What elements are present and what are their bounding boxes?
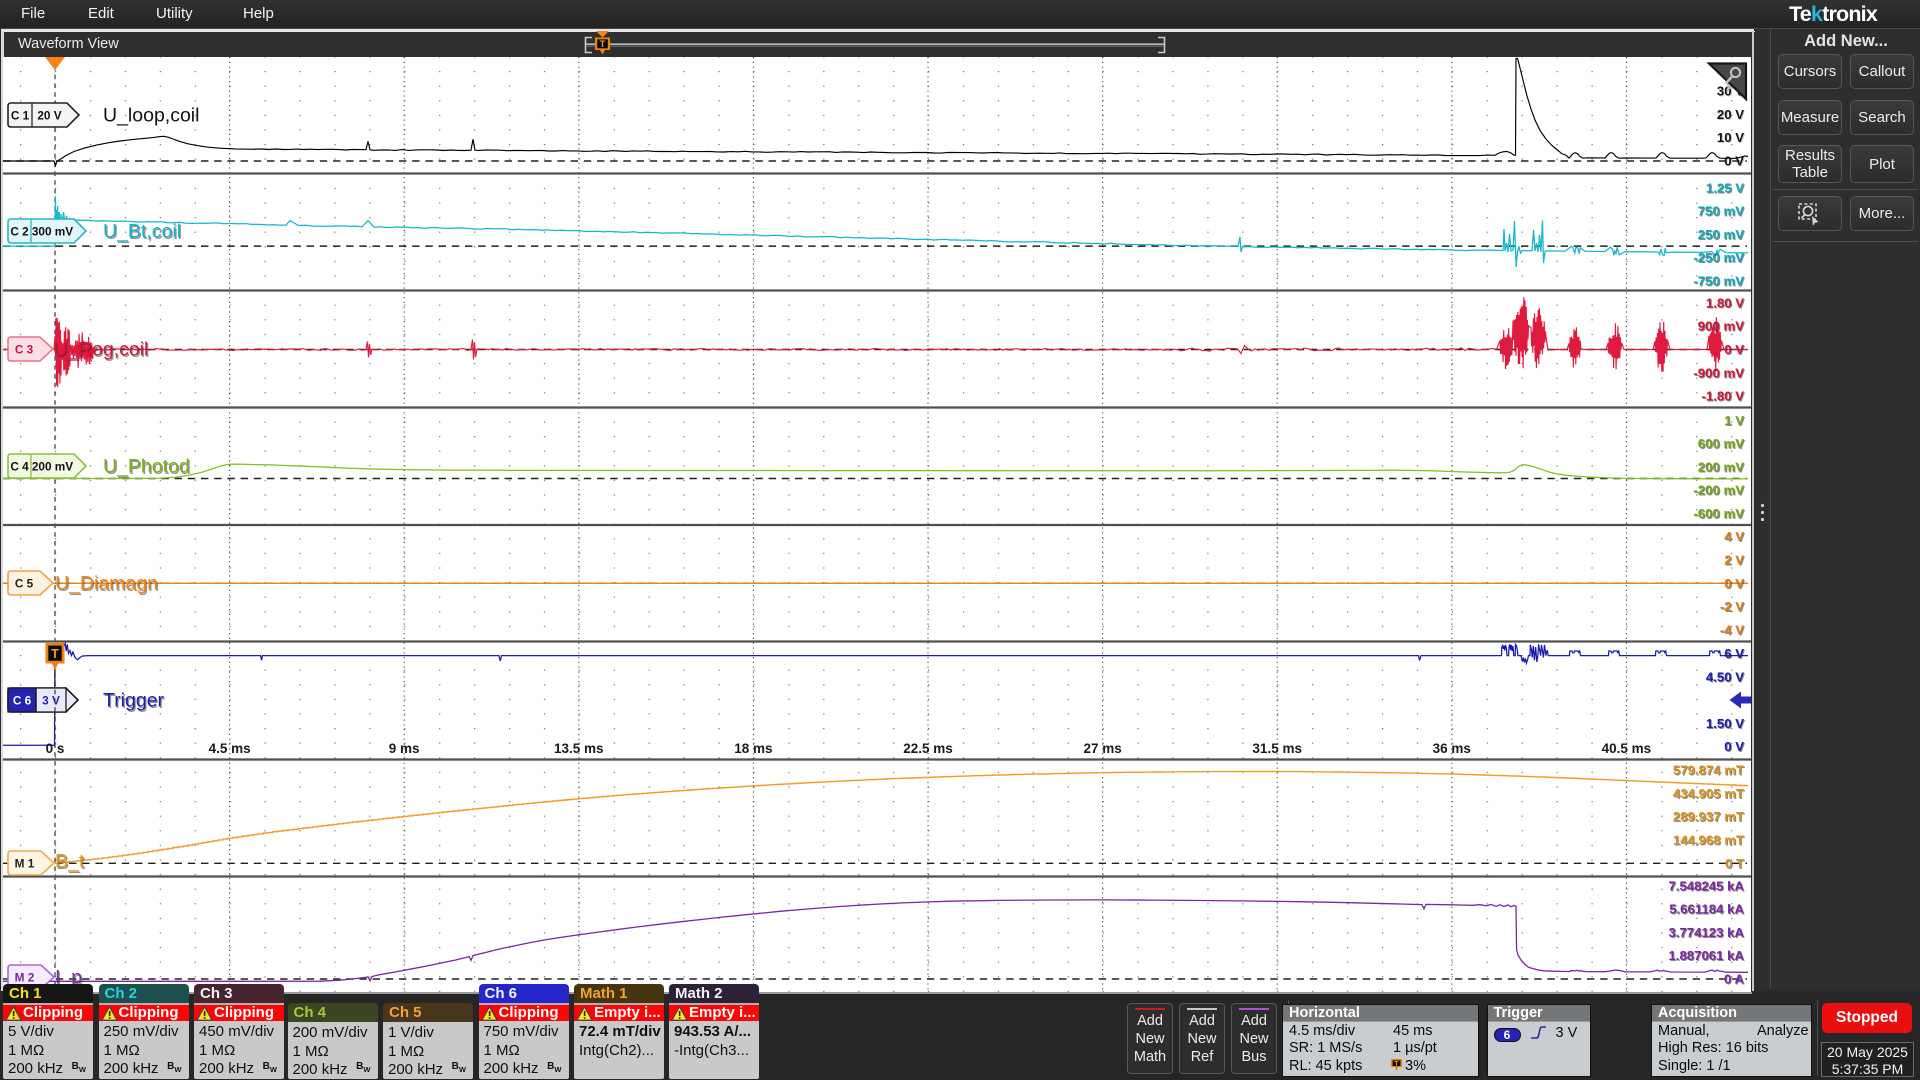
svg-text:T: T xyxy=(600,39,606,49)
svg-text:0 T: 0 T xyxy=(1725,856,1744,871)
svg-text:300 mV: 300 mV xyxy=(32,224,73,238)
svg-text:C 4: C 4 xyxy=(10,459,29,473)
svg-text:C 2: C 2 xyxy=(10,224,29,238)
svg-text:4.5 ms: 4.5 ms xyxy=(209,741,251,756)
svg-text:6 V: 6 V xyxy=(1724,646,1744,661)
svg-text:1 V: 1 V xyxy=(1724,413,1744,428)
svg-text:M 1: M 1 xyxy=(15,856,35,870)
svg-text:5.661184 kA: 5.661184 kA xyxy=(1669,902,1744,917)
svg-text:22.5 ms: 22.5 ms xyxy=(903,741,953,756)
svg-text:1.80 V: 1.80 V xyxy=(1706,295,1744,310)
svg-text:20 V: 20 V xyxy=(1717,107,1744,122)
svg-text:-1.80 V: -1.80 V xyxy=(1701,389,1744,404)
svg-text:250 mV: 250 mV xyxy=(1698,227,1744,242)
svg-text:-4 V: -4 V xyxy=(1720,622,1744,637)
svg-text:750 mV: 750 mV xyxy=(1698,204,1744,219)
svg-text:27 ms: 27 ms xyxy=(1083,741,1121,756)
svg-text:C 3: C 3 xyxy=(15,342,34,356)
svg-text:-2 V: -2 V xyxy=(1720,599,1744,614)
svg-text:C 6: C 6 xyxy=(13,693,32,707)
svg-text:C 1: C 1 xyxy=(11,108,30,122)
svg-text:600 mV: 600 mV xyxy=(1698,436,1744,451)
svg-text:B_t: B_t xyxy=(55,851,85,873)
svg-text:0 V: 0 V xyxy=(1724,739,1744,754)
svg-text:1.887061 kA: 1.887061 kA xyxy=(1668,948,1744,963)
svg-text:0 V: 0 V xyxy=(1724,576,1744,591)
svg-text:10 V: 10 V xyxy=(1717,130,1744,145)
svg-text:T: T xyxy=(1395,1060,1399,1067)
svg-text:M 2: M 2 xyxy=(15,970,35,984)
svg-text:U_Rog,coil: U_Rog,coil xyxy=(53,339,148,361)
svg-text:289.937 mT: 289.937 mT xyxy=(1673,809,1744,824)
svg-text:900 mV: 900 mV xyxy=(1698,319,1744,334)
svg-text:31.5 ms: 31.5 ms xyxy=(1252,741,1302,756)
svg-text:-200 mV: -200 mV xyxy=(1693,483,1744,498)
svg-text:36 ms: 36 ms xyxy=(1433,741,1471,756)
svg-text:U_Photod: U_Photod xyxy=(103,456,190,478)
svg-text:18 ms: 18 ms xyxy=(734,741,772,756)
svg-text:9 ms: 9 ms xyxy=(389,741,420,756)
svg-text:4.50 V: 4.50 V xyxy=(1706,669,1744,684)
svg-text:3 V: 3 V xyxy=(42,693,60,707)
svg-text:U_Diamagn: U_Diamagn xyxy=(55,573,158,595)
svg-text:579.874 mT: 579.874 mT xyxy=(1673,763,1744,778)
svg-text:40.5 ms: 40.5 ms xyxy=(1602,741,1652,756)
svg-text:144.968 mT: 144.968 mT xyxy=(1673,833,1744,848)
svg-text:434.905 mT: 434.905 mT xyxy=(1673,786,1744,801)
svg-text:-250 mV: -250 mV xyxy=(1693,250,1744,265)
svg-text:0 V: 0 V xyxy=(1724,154,1744,169)
svg-text:-600 mV: -600 mV xyxy=(1693,506,1744,521)
svg-text:200 mV: 200 mV xyxy=(32,459,73,473)
svg-text:1.50 V: 1.50 V xyxy=(1706,716,1744,731)
svg-text:0 A: 0 A xyxy=(1724,972,1745,987)
svg-text:U_Bt,coil: U_Bt,coil xyxy=(103,221,181,243)
svg-text:1.25 V: 1.25 V xyxy=(1706,180,1744,195)
svg-text:2 V: 2 V xyxy=(1724,553,1744,568)
svg-text:U_loop,coil: U_loop,coil xyxy=(103,105,199,127)
svg-text:200 mV: 200 mV xyxy=(1698,459,1744,474)
svg-text:T: T xyxy=(51,647,59,661)
svg-text:20 V: 20 V xyxy=(37,108,61,122)
svg-text:0 V: 0 V xyxy=(1724,342,1744,357)
svg-text:-750 mV: -750 mV xyxy=(1693,274,1744,289)
svg-text:4 V: 4 V xyxy=(1724,529,1744,544)
svg-text:7.548245 kA: 7.548245 kA xyxy=(1668,878,1744,893)
svg-text:-900 mV: -900 mV xyxy=(1693,365,1744,380)
svg-text:13.5 ms: 13.5 ms xyxy=(554,741,604,756)
svg-text:C 5: C 5 xyxy=(15,576,34,590)
svg-text:3.774123 kA: 3.774123 kA xyxy=(1668,925,1744,940)
svg-text:Trigger: Trigger xyxy=(103,690,165,712)
